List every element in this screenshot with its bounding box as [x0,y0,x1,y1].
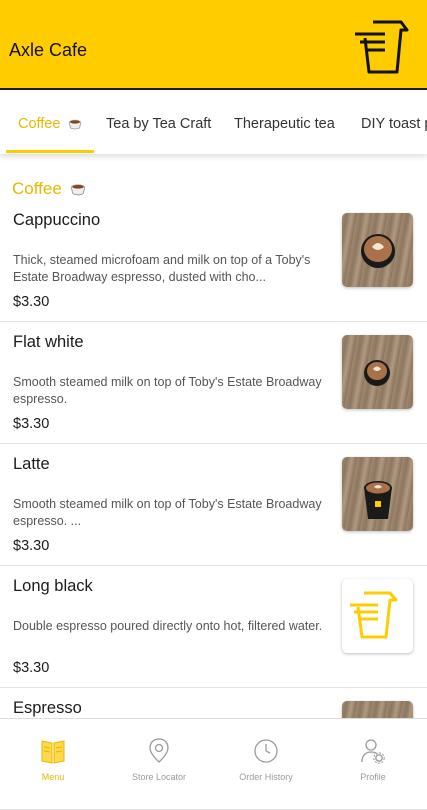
nav-menu[interactable]: Menu [0,719,106,801]
section-title: Coffee [12,179,86,199]
tab-diy-toast[interactable]: DIY toast p [361,116,427,132]
nav-label: Store Locator [131,772,187,782]
coffee-cup-icon [70,184,85,196]
menu-item-long-black[interactable]: Long black Double espresso poured direct… [0,566,427,688]
tab-label: Coffee [18,116,61,132]
profile-gear-icon [361,739,385,764]
item-name: Flat white [13,333,84,351]
coffee-cup-icon [68,119,81,130]
section-title-text: Coffee [12,179,62,198]
tab-tea-by-tea-craft[interactable]: Tea by Tea Craft [106,116,211,132]
item-price: $3.30 [13,538,50,554]
item-description: Smooth steamed milk on top of Toby's Est… [13,375,322,406]
tab-therapeutic-tea[interactable]: Therapeutic tea [234,116,335,132]
menu-item-cappuccino[interactable]: Cappuccino Thick, steamed microfoam and … [0,200,427,322]
item-image[interactable] [342,457,413,531]
item-description: Double espresso poured directly onto hot… [13,619,323,633]
item-image[interactable] [342,579,413,653]
tab-coffee[interactable]: Coffee [18,116,82,132]
item-price: $3.30 [13,660,50,676]
menu-book-icon [41,740,65,764]
bottom-navigation: Menu Store Locator Order History Profile [0,718,427,800]
item-image[interactable] [342,335,413,409]
item-name: Latte [13,455,50,473]
location-pin-icon [149,738,169,763]
nav-label: Profile [360,772,386,782]
item-image[interactable] [342,213,413,287]
clock-icon [254,739,278,763]
nav-label: Order History [239,772,293,782]
item-name: Cappuccino [13,211,101,229]
item-name: Long black [13,577,93,595]
menu-item-latte[interactable]: Latte Smooth steamed milk on top of Toby… [0,444,427,566]
item-description: Smooth steamed milk on top of Toby's Est… [13,497,322,528]
item-price: $3.30 [13,294,50,310]
item-description: Thick, steamed microfoam and milk on top… [13,253,311,284]
nav-label: Menu [41,772,65,782]
item-name: Espresso [13,699,82,717]
menu-item-flat-white[interactable]: Flat white Smooth steamed milk on top of… [0,322,427,444]
nav-store-locator[interactable]: Store Locator [106,719,212,801]
app-title: Axle Cafe [9,40,88,60]
active-tab-indicator [6,150,94,153]
item-price: $3.30 [13,416,50,432]
app-header: Axle Cafe [0,0,427,90]
nav-profile[interactable]: Profile [320,719,426,801]
nav-order-history[interactable]: Order History [213,719,319,801]
category-tabs: Coffee Tea by Tea Craft Therapeutic tea … [0,92,427,154]
axle-cup-logo-icon [355,20,409,74]
